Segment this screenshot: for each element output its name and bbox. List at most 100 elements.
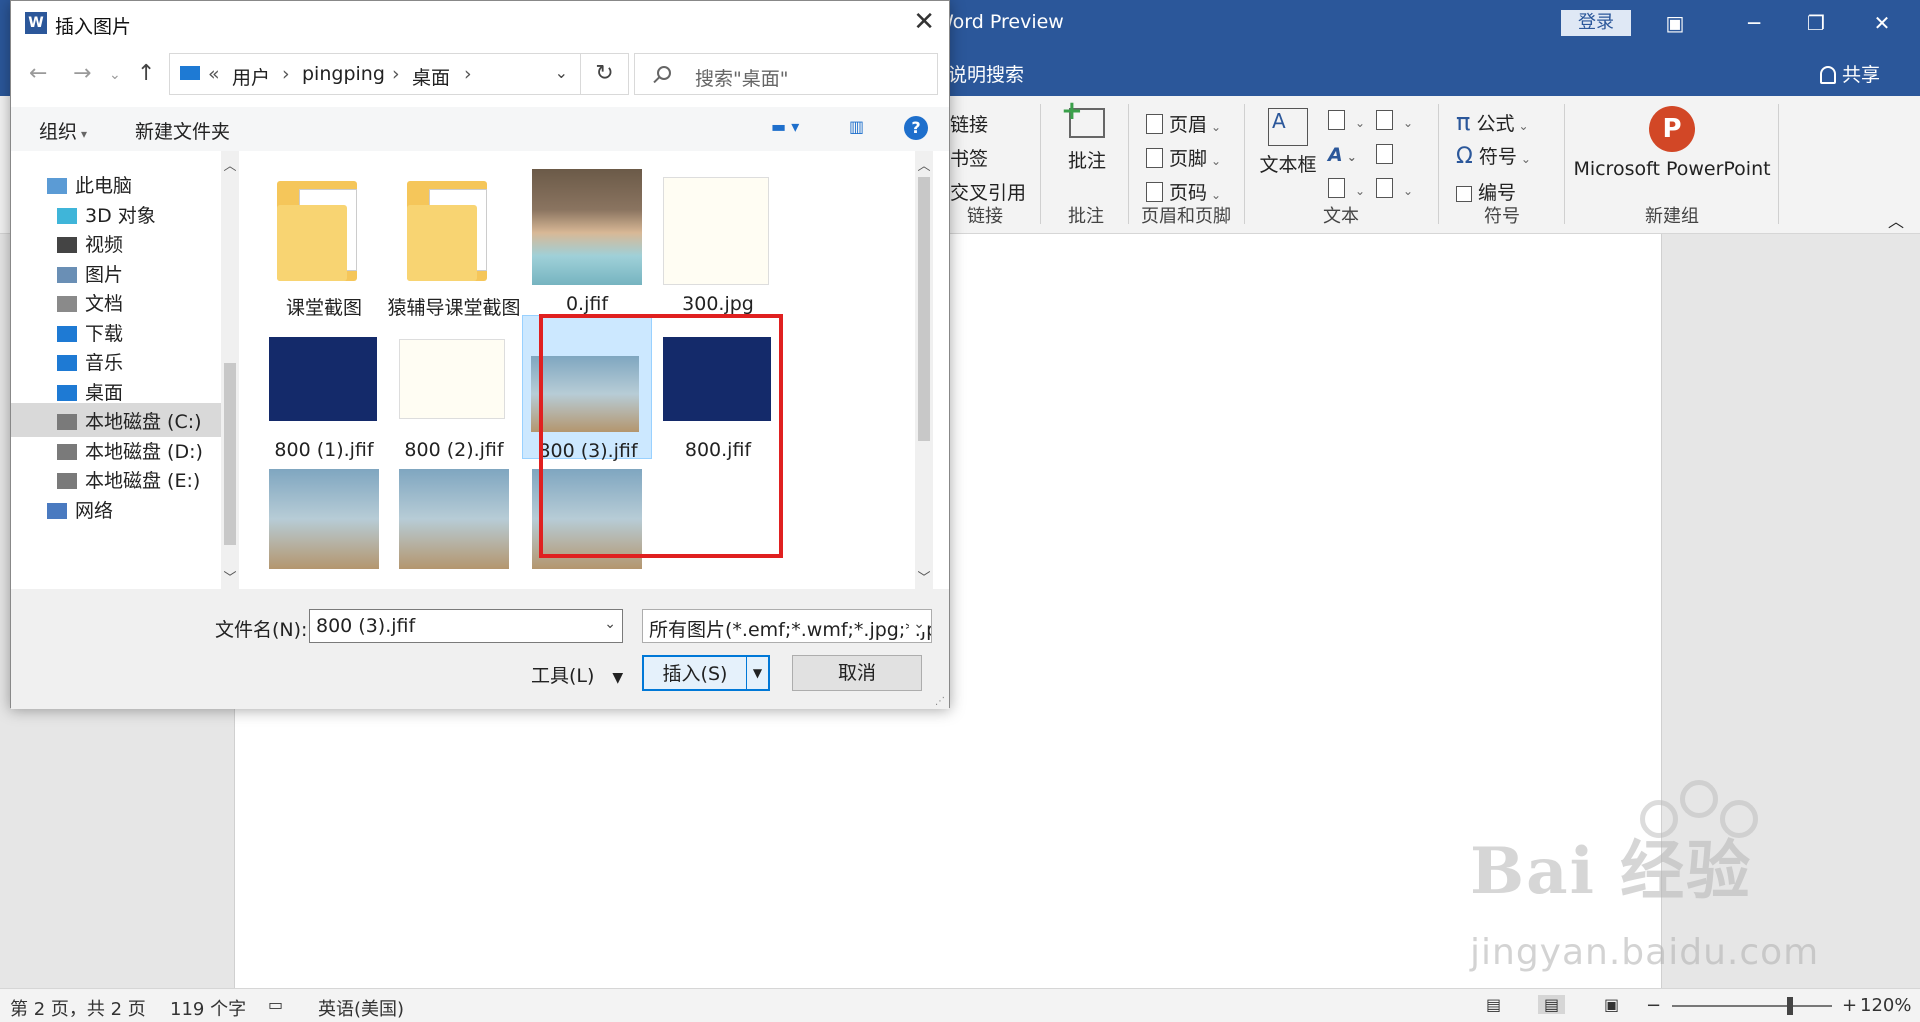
- nav-tree-item[interactable]: 网络: [11, 492, 221, 526]
- header-button[interactable]: 页眉 ⌄: [1146, 110, 1221, 137]
- view-options-icon[interactable]: ▬ ▾: [771, 117, 799, 136]
- share-button[interactable]: 共享: [1820, 60, 1880, 87]
- recent-locations-chevron-icon[interactable]: ⌄: [109, 67, 121, 83]
- word-count[interactable]: 119 个字: [170, 995, 246, 1021]
- address-bar[interactable]: « 用户 › pingping › 桌面 › ⌄: [169, 53, 581, 95]
- filename-input[interactable]: 800 (3).jfif ⌄: [309, 609, 623, 643]
- dialog-close-icon[interactable]: ✕: [913, 7, 935, 37]
- file-item[interactable]: [259, 461, 389, 589]
- folder-item[interactable]: 课堂截图: [259, 169, 389, 319]
- breadcrumb-chevron-icon[interactable]: ›: [392, 63, 400, 85]
- ribbon-separator: [1040, 104, 1041, 224]
- powerpoint-button[interactable]: P Microsoft PowerPoint: [1568, 106, 1776, 180]
- file-item[interactable]: [389, 461, 519, 589]
- file-list-scrollbar[interactable]: ︿ ﹀: [915, 151, 933, 589]
- up-arrow-icon[interactable]: ↑: [137, 61, 155, 86]
- drop-cap-button[interactable]: ⌄: [1328, 178, 1365, 200]
- scroll-up-icon[interactable]: ︿: [221, 155, 239, 174]
- object-button[interactable]: ⌄: [1376, 178, 1413, 200]
- cross-reference-button[interactable]: 交叉引用: [950, 178, 1026, 205]
- quick-parts-button[interactable]: ⌄: [1328, 110, 1365, 132]
- login-button[interactable]: 登录: [1561, 10, 1631, 36]
- chevron-down-icon[interactable]: ⌄: [604, 616, 616, 632]
- file-item[interactable]: 800 (1).jfif: [259, 315, 389, 461]
- numbering-button[interactable]: 编号: [1456, 178, 1516, 205]
- symbol-label: 符号: [1478, 146, 1517, 168]
- ribbon-display-options-icon[interactable]: ▣: [1655, 8, 1695, 38]
- refresh-icon[interactable]: ↻: [581, 53, 629, 95]
- address-dropdown-chevron-icon[interactable]: ⌄: [555, 63, 568, 82]
- collapse-ribbon-icon[interactable]: ︿: [1888, 208, 1904, 232]
- search-box[interactable]: 搜索"桌面": [634, 53, 938, 95]
- file-type-value: 所有图片(*.emf;*.wmf;*.jpg;*.jp: [649, 619, 932, 641]
- tell-me-search[interactable]: 说明搜索: [948, 60, 1024, 87]
- search-icon: [657, 66, 671, 80]
- zoom-out-icon[interactable]: −: [1646, 995, 1661, 1016]
- scroll-down-icon[interactable]: ﹀: [221, 567, 239, 586]
- breadcrumb-pingping[interactable]: pingping: [302, 63, 385, 85]
- web-layout-icon[interactable]: ▣: [1604, 995, 1619, 1014]
- textbox-button[interactable]: A 文本框: [1256, 108, 1320, 177]
- scroll-up-icon[interactable]: ︿: [915, 155, 933, 174]
- restore-icon[interactable]: ❐: [1796, 8, 1836, 38]
- tools-button[interactable]: 工具(L) ▼: [531, 661, 623, 688]
- language[interactable]: 英语(美国): [318, 995, 404, 1021]
- folder-item[interactable]: 猿辅导课堂截图: [387, 169, 521, 319]
- file-item[interactable]: 0.jfif: [522, 169, 652, 315]
- person-icon: [1820, 66, 1836, 84]
- chevron-down-icon[interactable]: ⌄: [909, 616, 925, 632]
- symbol-button[interactable]: Ω 符号 ⌄: [1456, 142, 1531, 169]
- nav-tree-label: 3D 对象: [85, 204, 156, 227]
- cancel-button[interactable]: 取消: [792, 655, 922, 691]
- back-arrow-icon[interactable]: ←: [29, 61, 47, 86]
- file-item[interactable]: 800 (2).jfif: [389, 315, 519, 461]
- equation-button[interactable]: π 公式 ⌄: [1456, 108, 1529, 136]
- footer-button[interactable]: 页脚 ⌄: [1146, 144, 1221, 171]
- resize-grip-icon[interactable]: ⋰: [935, 696, 945, 707]
- file-type-select[interactable]: 所有图片(*.emf;*.wmf;*.jpg;*.jp ⌄: [642, 609, 932, 643]
- date-time-button[interactable]: [1376, 144, 1399, 166]
- nav-tree-label: 本地磁盘 (D:): [85, 440, 203, 463]
- print-layout-icon[interactable]: ▤: [1538, 995, 1566, 1014]
- preview-pane-icon[interactable]: ▥: [849, 117, 864, 136]
- scroll-down-icon[interactable]: ﹀: [915, 567, 933, 586]
- comment-icon: +: [1061, 96, 1105, 138]
- page-count[interactable]: 第 2 页，共 2 页: [10, 995, 146, 1021]
- signature-line-button[interactable]: ⌄: [1376, 110, 1413, 132]
- zoom-thumb[interactable]: [1787, 997, 1794, 1015]
- bookmark-button[interactable]: 书签: [950, 144, 988, 171]
- textbox-icon: A: [1268, 108, 1308, 146]
- nav-tree-label: 文档: [85, 293, 124, 315]
- highlight-annotation-box: [539, 314, 783, 558]
- minimize-icon[interactable]: ─: [1734, 8, 1774, 38]
- breadcrumb-chevron-icon[interactable]: ›: [282, 63, 290, 85]
- insert-dropdown-icon[interactable]: ▼: [746, 657, 768, 689]
- breadcrumb-chevron-icon[interactable]: ›: [464, 63, 472, 85]
- zoom-slider[interactable]: [1672, 1005, 1832, 1007]
- forward-arrow-icon[interactable]: →: [73, 61, 91, 86]
- proofing-icon[interactable]: ▭: [268, 995, 283, 1014]
- breadcrumb-overflow[interactable]: «: [208, 63, 220, 85]
- nav-pane-scrollbar[interactable]: ︿ ﹀: [221, 151, 239, 589]
- ribbon-group-label: 链接: [967, 206, 1003, 227]
- nav-pane-scroll-thumb[interactable]: [224, 363, 236, 545]
- breadcrumb-desktop[interactable]: 桌面: [412, 63, 450, 90]
- zoom-level[interactable]: 120%: [1860, 995, 1911, 1016]
- nav-tree-label: 此电脑: [75, 175, 133, 197]
- pictures-icon: [57, 266, 77, 283]
- close-icon[interactable]: ✕: [1862, 8, 1902, 38]
- file-item[interactable]: 300.jpg: [653, 169, 783, 315]
- wordart-button[interactable]: A ⌄: [1328, 144, 1357, 166]
- read-mode-icon[interactable]: ▤: [1486, 995, 1501, 1014]
- help-icon[interactable]: ?: [904, 116, 928, 140]
- organize-button[interactable]: 组织 ▾: [39, 117, 87, 144]
- page-number-button[interactable]: 页码 ⌄: [1146, 178, 1221, 205]
- new-folder-button[interactable]: 新建文件夹: [135, 117, 230, 144]
- new-comment-button[interactable]: + 批注: [1059, 96, 1115, 173]
- breadcrumb-users[interactable]: 用户: [232, 63, 270, 90]
- zoom-in-icon[interactable]: +: [1842, 995, 1857, 1016]
- file-list-scroll-thumb[interactable]: [918, 177, 930, 441]
- link-button[interactable]: 链接: [950, 110, 988, 137]
- calendar-icon: [1376, 144, 1393, 164]
- insert-button[interactable]: 插入(S) ▼: [642, 655, 770, 691]
